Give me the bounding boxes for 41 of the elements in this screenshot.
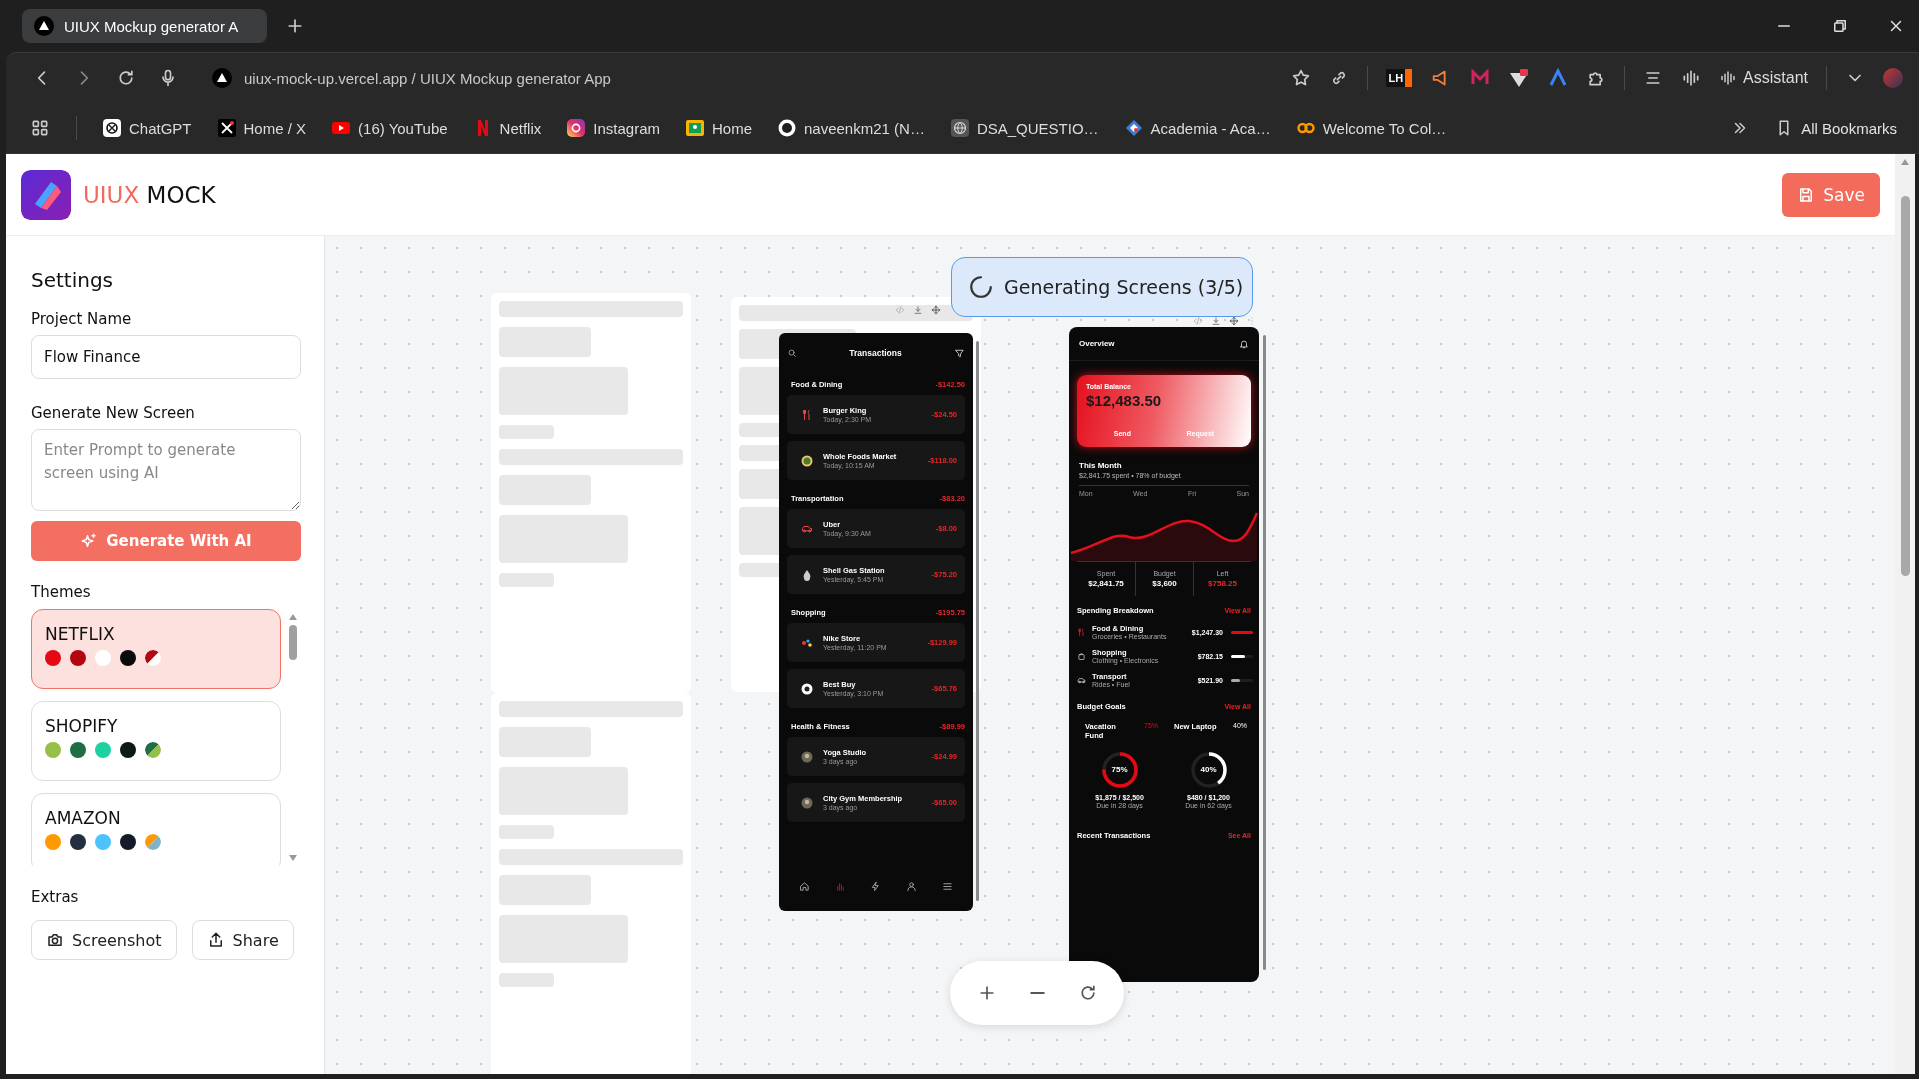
bookmark-link[interactable]: Home	[686, 119, 752, 137]
stat-value: $758.25	[1208, 579, 1237, 588]
stat-value: $3,600	[1152, 579, 1177, 588]
section-label: Themes	[31, 583, 92, 601]
bookmark-link[interactable]: Home / X	[217, 119, 307, 137]
field-label: Generate New Screen	[31, 404, 196, 422]
theme-name: NETFLIX	[45, 624, 116, 644]
bookmark-link[interactable]: Instagram	[567, 119, 660, 137]
goal-percent: 40%	[1200, 766, 1217, 774]
address-bar[interactable]: uiux-mock-up.vercel.app / UIUX Mockup generator App	[212, 68, 611, 88]
stat-value: $2,841.75	[1088, 579, 1124, 588]
assistant-button[interactable]: Assistant	[1719, 69, 1808, 87]
bookmark-link[interactable]: Netflix	[473, 119, 542, 137]
section-label: Extras	[31, 888, 80, 906]
project-name-field[interactable]: Flow Finance	[31, 335, 301, 379]
section-title: This Month	[1079, 461, 1123, 470]
screen-title: Transactions	[849, 348, 902, 358]
balance-amount: $12,483.50	[1086, 392, 1163, 409]
theme-card[interactable]: AMAZON	[31, 793, 281, 866]
bookmark-link[interactable]: ChatGPT	[103, 119, 192, 137]
bookmark-link[interactable]: naveenkm21 (N…	[778, 119, 925, 137]
theme-card[interactable]: NETFLIX	[31, 609, 281, 689]
screenshot-button[interactable]: Screenshot	[31, 920, 177, 960]
bookmark-link[interactable]: DSA_QUESTIO…	[950, 119, 1099, 137]
bookmark-link[interactable]: (16) YouTube	[332, 119, 448, 137]
settings-heading: Settings	[31, 268, 115, 292]
bookmark-link[interactable]: Welcome To Col…	[1296, 119, 1447, 137]
bookmark-link[interactable]: Academia - Aca…	[1124, 119, 1271, 137]
share-button[interactable]: Share	[191, 920, 294, 960]
app-logo-text: UIUX MOCK	[83, 181, 216, 208]
all-bookmarks-link[interactable]: All Bookmarks	[1775, 119, 1897, 137]
prompt-field[interactable]: Enter Prompt to generate screen using AI	[31, 429, 301, 511]
theme-card[interactable]: SHOPIFY	[31, 701, 281, 781]
theme-name: AMAZON	[45, 808, 122, 828]
field-label: Project Name	[31, 310, 133, 328]
theme-name: SHOPIFY	[45, 716, 119, 736]
browser-tab[interactable]: UIUX Mockup generator A	[22, 9, 267, 43]
extension-badge[interactable]: LH	[1386, 69, 1413, 87]
screen-title: Overview	[1079, 339, 1115, 348]
status-badge: Generating Screens (3/5)	[951, 257, 1253, 317]
goal-percent: 75%	[1111, 766, 1128, 774]
